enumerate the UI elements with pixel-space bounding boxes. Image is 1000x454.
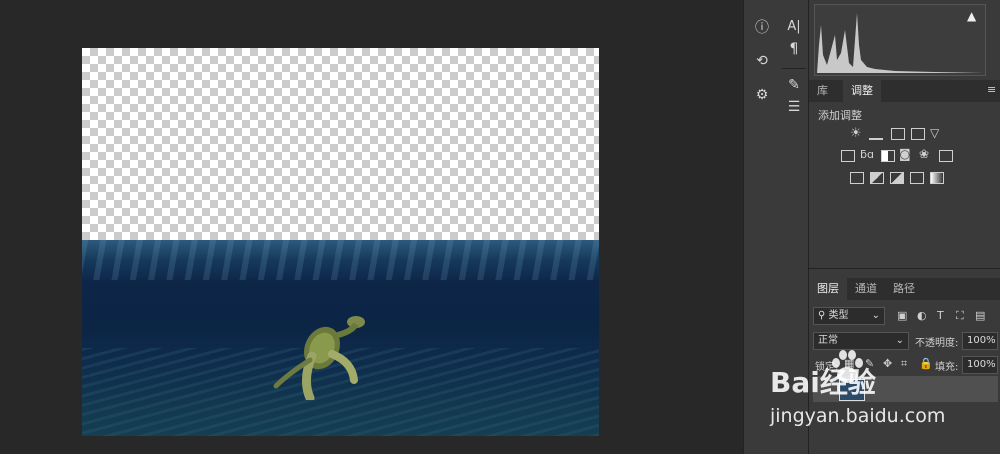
filter-shape-icon[interactable]: ⛶ [956,309,964,323]
vibrance-icon[interactable]: ▽ [930,126,939,140]
paragraph-icon[interactable]: ¶ [782,38,806,60]
channel-mixer-icon[interactable]: ❀ [919,147,929,161]
layers-tabbar: 图层 通道 路径 [809,278,1000,300]
black-white-icon[interactable] [881,150,895,162]
filter-type-icon[interactable]: T [937,309,944,322]
tab-adjustments[interactable]: 调整 [843,80,881,102]
info-icon[interactable]: ⓘ [750,17,774,39]
hue-saturation-icon[interactable] [841,150,855,162]
brightness-contrast-icon[interactable]: ☀ [850,126,862,141]
watermark-brand: Bai经验 [770,366,876,399]
histogram-graph: ▲ [814,4,986,76]
tab-channels[interactable]: 通道 [847,278,885,300]
canvas-workspace [0,0,728,454]
posterize-icon[interactable] [870,172,884,184]
adjustments-tabbar: 库 调整 ≡ [809,80,1000,102]
layer-filter-kind[interactable]: ⚲ 类型 ⌄ [813,307,885,325]
properties-icon[interactable]: ⚙ [750,84,774,106]
tab-paths[interactable]: 路径 [885,278,923,300]
gradient-map-icon[interactable] [930,172,944,184]
color-balance-icon[interactable]: ƃɑ [860,148,874,161]
levels-icon[interactable] [869,128,883,140]
threshold-icon[interactable] [890,172,904,184]
document-canvas[interactable] [82,48,599,436]
exposure-icon[interactable] [911,128,925,140]
transparent-area [82,48,599,242]
brush-settings-icon[interactable]: ☰ [782,96,806,118]
character-icon[interactable]: A| [782,16,806,38]
history-icon[interactable]: ⟲ [750,50,774,72]
filter-smart-object-icon[interactable]: ▤ [975,309,985,322]
tab-library[interactable]: 库 [809,80,836,102]
search-icon: ⚲ [818,310,829,321]
brush-icon[interactable]: ✎ [782,74,806,96]
filter-kind-value: 类型 [828,310,849,321]
photo-filter-icon[interactable]: ◙ [899,147,911,161]
watermark-url: jingyan.baidu.com [770,405,946,427]
divider [809,268,1000,269]
chevron-down-icon: ⌄ [871,310,880,321]
histogram-panel: ▲ [809,0,1000,78]
selective-color-icon[interactable] [910,172,924,184]
color-lookup-icon[interactable] [939,150,953,162]
sea-turtle-image [273,316,365,400]
filter-pixel-icon[interactable]: ▣ [897,309,907,322]
filter-adjustment-icon[interactable]: ◐ [917,309,927,322]
curves-icon[interactable] [891,128,905,140]
divider [782,68,806,69]
water-surface [82,240,599,280]
tab-layers[interactable]: 图层 [809,278,847,300]
panel-menu-icon[interactable]: ≡ [987,83,996,96]
warning-icon[interactable]: ▲ [967,9,976,23]
invert-icon[interactable] [850,172,864,184]
baidu-watermark: Bai经验 jingyan.baidu.com [768,345,1000,440]
add-adjustment-heading: 添加调整 [818,109,862,122]
